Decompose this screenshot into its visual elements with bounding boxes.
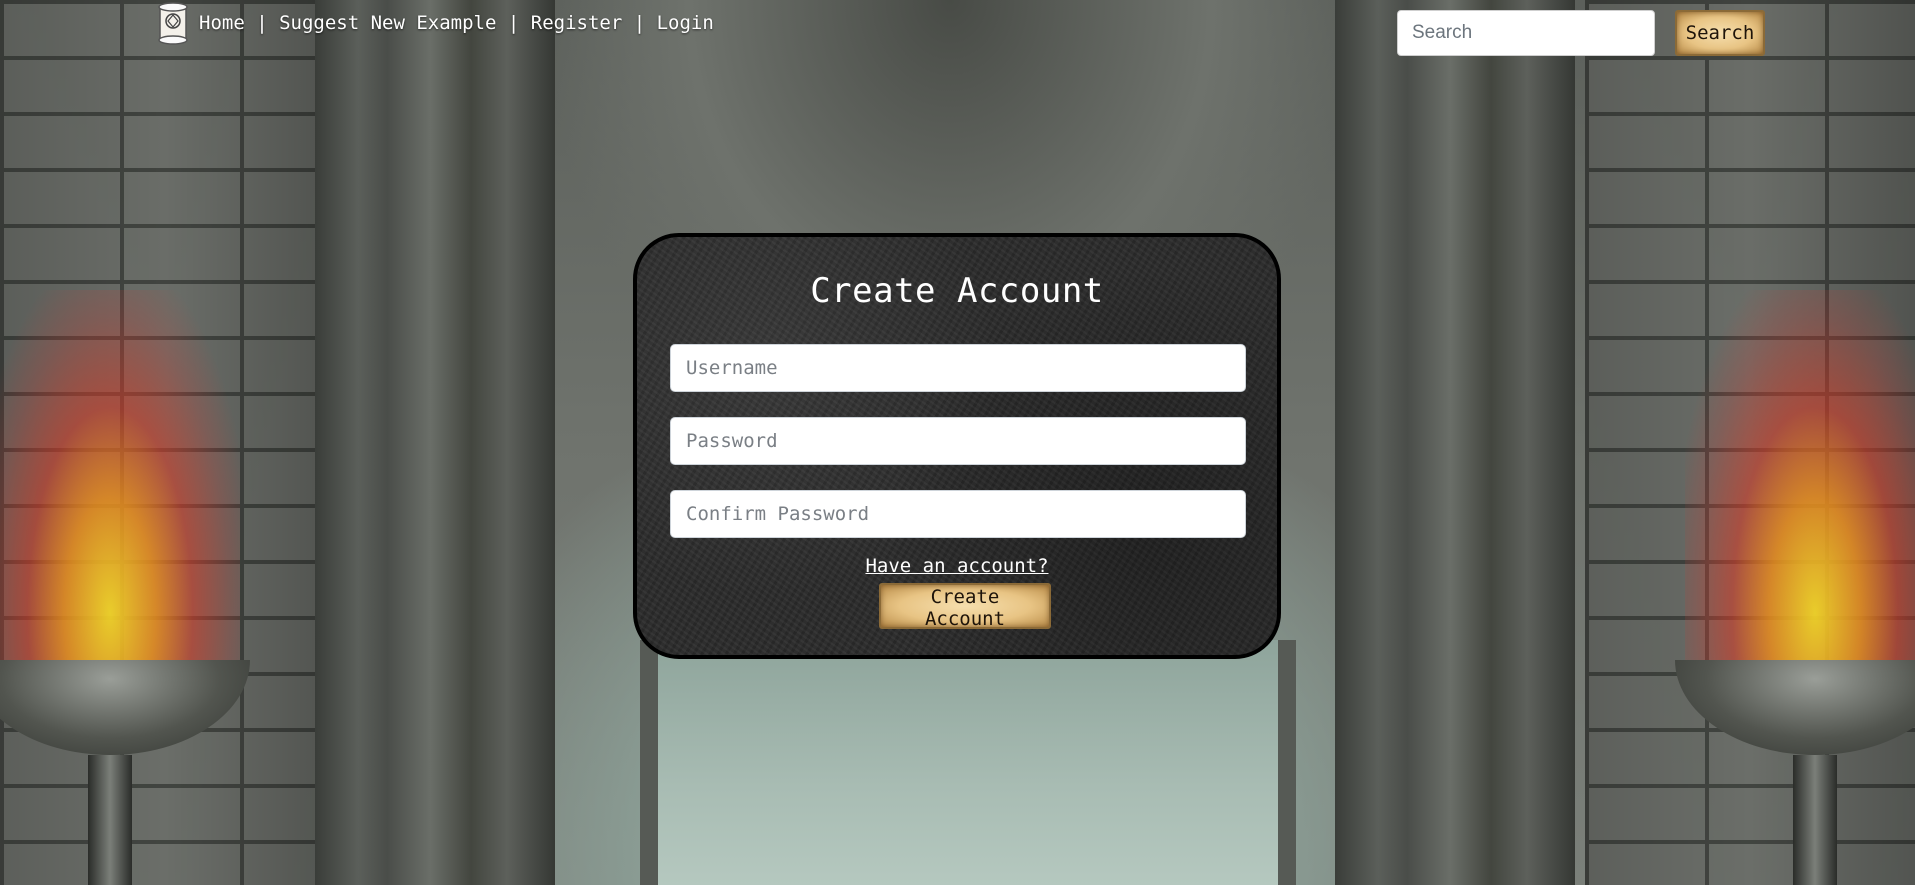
background-brazier-left [0,660,250,885]
top-nav: Home | Suggest New Example | Register | … [155,0,714,45]
background-brazier-right [1675,660,1915,885]
search-input[interactable] [1397,10,1655,56]
background-fire-right [1685,290,1915,670]
nav-suggest-link[interactable]: Suggest New Example [279,12,496,34]
password-input[interactable] [670,417,1246,465]
have-account-row: Have an account? [637,555,1277,577]
nav-home-link[interactable]: Home [199,12,245,34]
nav-separator: | [244,11,280,34]
background-pillar-right [1335,0,1575,885]
scroll-logo-icon[interactable] [155,1,191,45]
nav-separator: | [496,11,531,34]
panel-title: Create Account [810,271,1104,311]
create-account-button[interactable]: Create Account [879,583,1051,630]
background-pillar-left [315,0,555,885]
search-bar: Search [1397,10,1765,56]
confirm-password-input[interactable] [670,490,1246,538]
background-fire-left [0,290,240,670]
nav-separator: | [622,11,657,34]
nav-register-link[interactable]: Register [531,12,623,34]
background-doorway [640,640,1296,885]
create-account-panel: Create Account Have an account? Create A… [633,233,1281,659]
nav-login-link[interactable]: Login [657,12,714,34]
username-input[interactable] [670,344,1246,392]
search-button[interactable]: Search [1675,10,1765,56]
have-account-link[interactable]: Have an account? [865,555,1048,577]
